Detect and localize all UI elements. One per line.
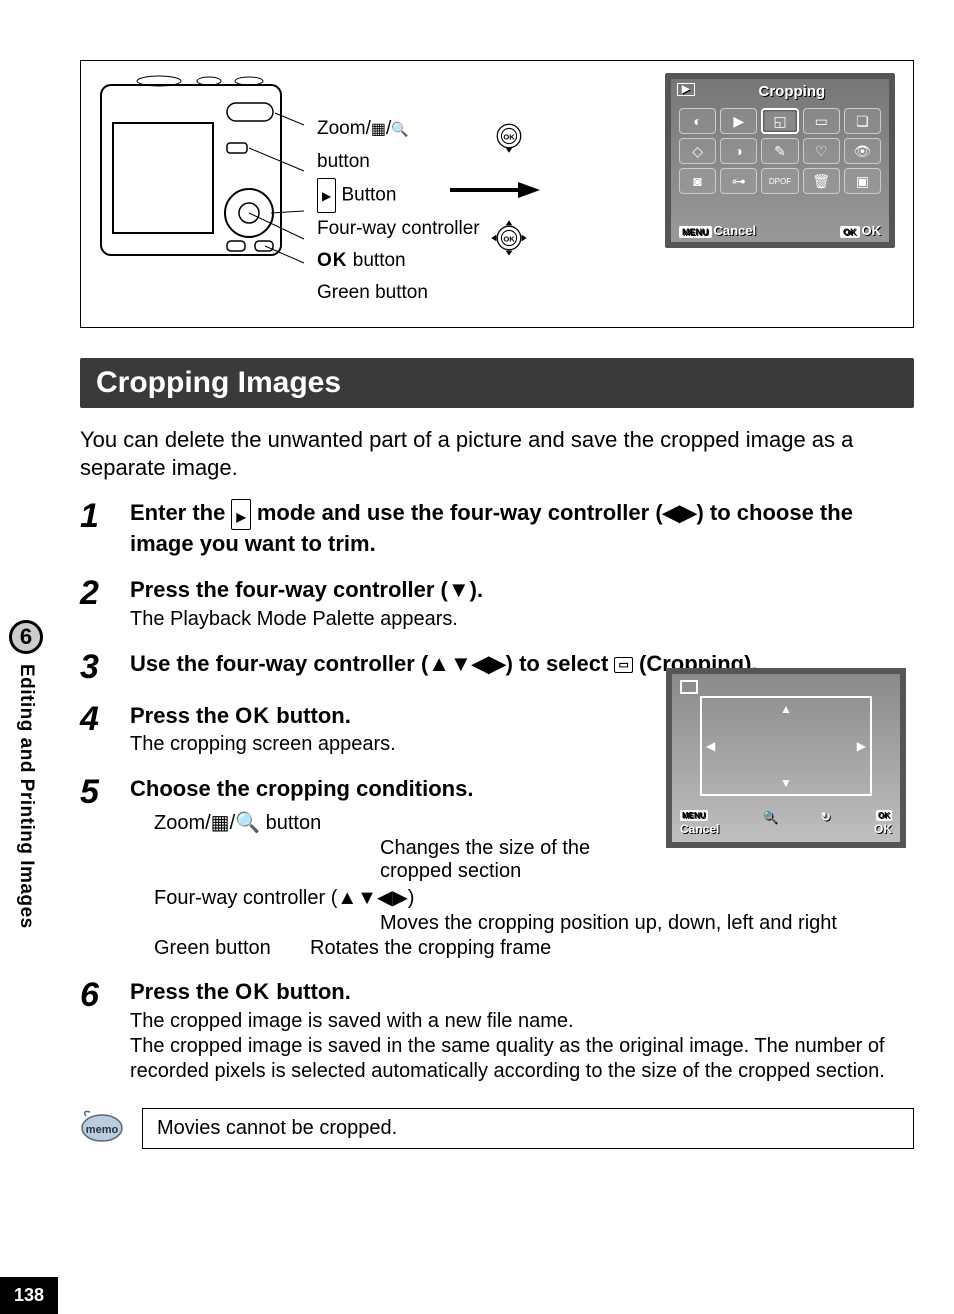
conditions-table: Zoom/▦/🔍 button Changes the size of the … <box>130 810 650 960</box>
arrow-left-icon: ◀ <box>706 739 715 753</box>
section-heading: Cropping Images <box>80 358 914 408</box>
camera-illustration <box>99 73 309 273</box>
step-number: 1 <box>80 499 110 558</box>
palette-screen: ▶ Cropping ◐ ▶ ◱ ▭ ❏ ◇ ◑ ✎ ♡ 👁 ◙ ⊶ DPOF … <box>665 73 895 248</box>
svg-text:memo: memo <box>86 1124 119 1136</box>
arrow-right-icon: ▶ <box>857 739 866 753</box>
step-number: 2 <box>80 576 110 632</box>
cond-desc: Moves the cropping position up, down, le… <box>380 912 940 935</box>
palette-icon: ▣ <box>844 168 881 194</box>
cond-label: Green button <box>130 937 310 960</box>
step-number: 5 <box>80 775 110 960</box>
page: Zoom// button Button Four-way controller… <box>0 0 954 1314</box>
arrow-up-icon: ▲ <box>780 702 792 716</box>
step-number: 6 <box>80 978 110 1084</box>
cond-desc: Changes the size of the cropped section <box>380 837 650 883</box>
palette-icon: ❏ <box>844 108 881 134</box>
ok-dial-all-icon: OK <box>488 217 530 259</box>
ok-label: OK <box>874 822 892 836</box>
step-title: Press the four-way controller (▼). <box>130 576 914 605</box>
cropping-screen: ▲ ▼ ◀ ▶ MENU Cancel 🔍 ↻ OK OK <box>666 668 906 848</box>
arrow-right-icon <box>450 180 540 200</box>
memo: memo Movies cannot be cropped. <box>80 1108 914 1149</box>
play-icon: ▶ <box>677 83 695 96</box>
chapter-badge: 6 <box>9 620 43 654</box>
palette-footer: MENUCancel OKOK <box>679 223 881 238</box>
cancel-label: Cancel <box>680 822 719 836</box>
ok-tag: OK <box>876 810 892 821</box>
palette-icon: 👁 <box>844 138 881 164</box>
palette-icon: ◑ <box>720 138 757 164</box>
palette-icon: DPOF <box>761 168 798 194</box>
step-title: Enter the mode and use the four-way cont… <box>130 499 914 558</box>
palette-icon: ▭ <box>803 108 840 134</box>
play-icon <box>317 178 336 213</box>
step-number: 4 <box>80 702 110 758</box>
grid-icon <box>371 118 386 139</box>
palette-title: ▶ Cropping <box>671 79 889 104</box>
step-2: 2 Press the four-way controller (▼). The… <box>80 576 914 632</box>
palette-icon: ◙ <box>679 168 716 194</box>
cond-label: Zoom/▦/🔍 button <box>130 810 380 835</box>
intro-text: You can delete the unwanted part of a pi… <box>80 426 914 481</box>
step-title: Press the OK button. <box>130 978 914 1007</box>
arrow-down-icon: ▼ <box>780 776 792 790</box>
step-title: Choose the cropping conditions. <box>130 775 650 804</box>
svg-text:OK: OK <box>503 132 515 141</box>
menu-tag: MENU <box>679 226 712 238</box>
crop-frame: ▲ ▼ ◀ ▶ <box>700 696 872 796</box>
palette-icon-cropping: ◱ <box>761 108 798 134</box>
magnify-icon <box>391 118 408 139</box>
palette-icon: ◐ <box>679 108 716 134</box>
zoom-button-label2: button <box>317 146 480 178</box>
cond-label: Four-way controller (▲▼◀▶) <box>130 885 414 910</box>
chapter-title: Editing and Printing Images <box>15 664 37 929</box>
crop-icon: ▭ <box>614 657 632 673</box>
ok-dial-down-icon: OK <box>488 115 530 157</box>
ok-label: OK <box>862 223 882 238</box>
memo-text: Movies cannot be cropped. <box>142 1108 914 1149</box>
step-number: 3 <box>80 650 110 684</box>
palette-grid: ◐ ▶ ◱ ▭ ❏ ◇ ◑ ✎ ♡ 👁 ◙ ⊶ DPOF 🗑 ▣ <box>671 104 889 198</box>
play-icon <box>231 499 250 530</box>
fourway-label: Four-way controller <box>317 213 480 245</box>
rotate-indicator-icon: ↻ <box>821 810 831 836</box>
palette-icon: ⊶ <box>720 168 757 194</box>
svg-text:OK: OK <box>503 234 515 243</box>
palette-icon: ✎ <box>761 138 798 164</box>
zoom-indicator-icon: 🔍 <box>763 810 778 836</box>
side-tab: 6 Editing and Printing Images <box>0 620 52 1040</box>
green-button-label: Green button <box>317 277 480 309</box>
step-6: 6 Press the OK button. The cropped image… <box>80 978 914 1084</box>
palette-icon: 🗑 <box>803 168 840 194</box>
step-subtext: The cropped image is saved with a new fi… <box>130 1009 914 1084</box>
cancel-label: Cancel <box>714 223 757 238</box>
crop-mode-icon <box>680 680 698 694</box>
menu-tag: MENU <box>680 810 708 821</box>
cond-desc: Rotates the cropping frame <box>310 937 650 960</box>
step-1: 1 Enter the mode and use the four-way co… <box>80 499 914 558</box>
page-number: 138 <box>0 1277 58 1314</box>
step-subtext: The Playback Mode Palette appears. <box>130 607 914 632</box>
palette-icon: ▶ <box>720 108 757 134</box>
ok-button-label: OK button <box>317 245 480 277</box>
memo-icon: memo <box>80 1108 124 1144</box>
ok-tag: OK <box>840 226 860 238</box>
zoom-button-label: Zoom// <box>317 113 480 146</box>
palette-icon: ◇ <box>679 138 716 164</box>
palette-icon: ♡ <box>803 138 840 164</box>
